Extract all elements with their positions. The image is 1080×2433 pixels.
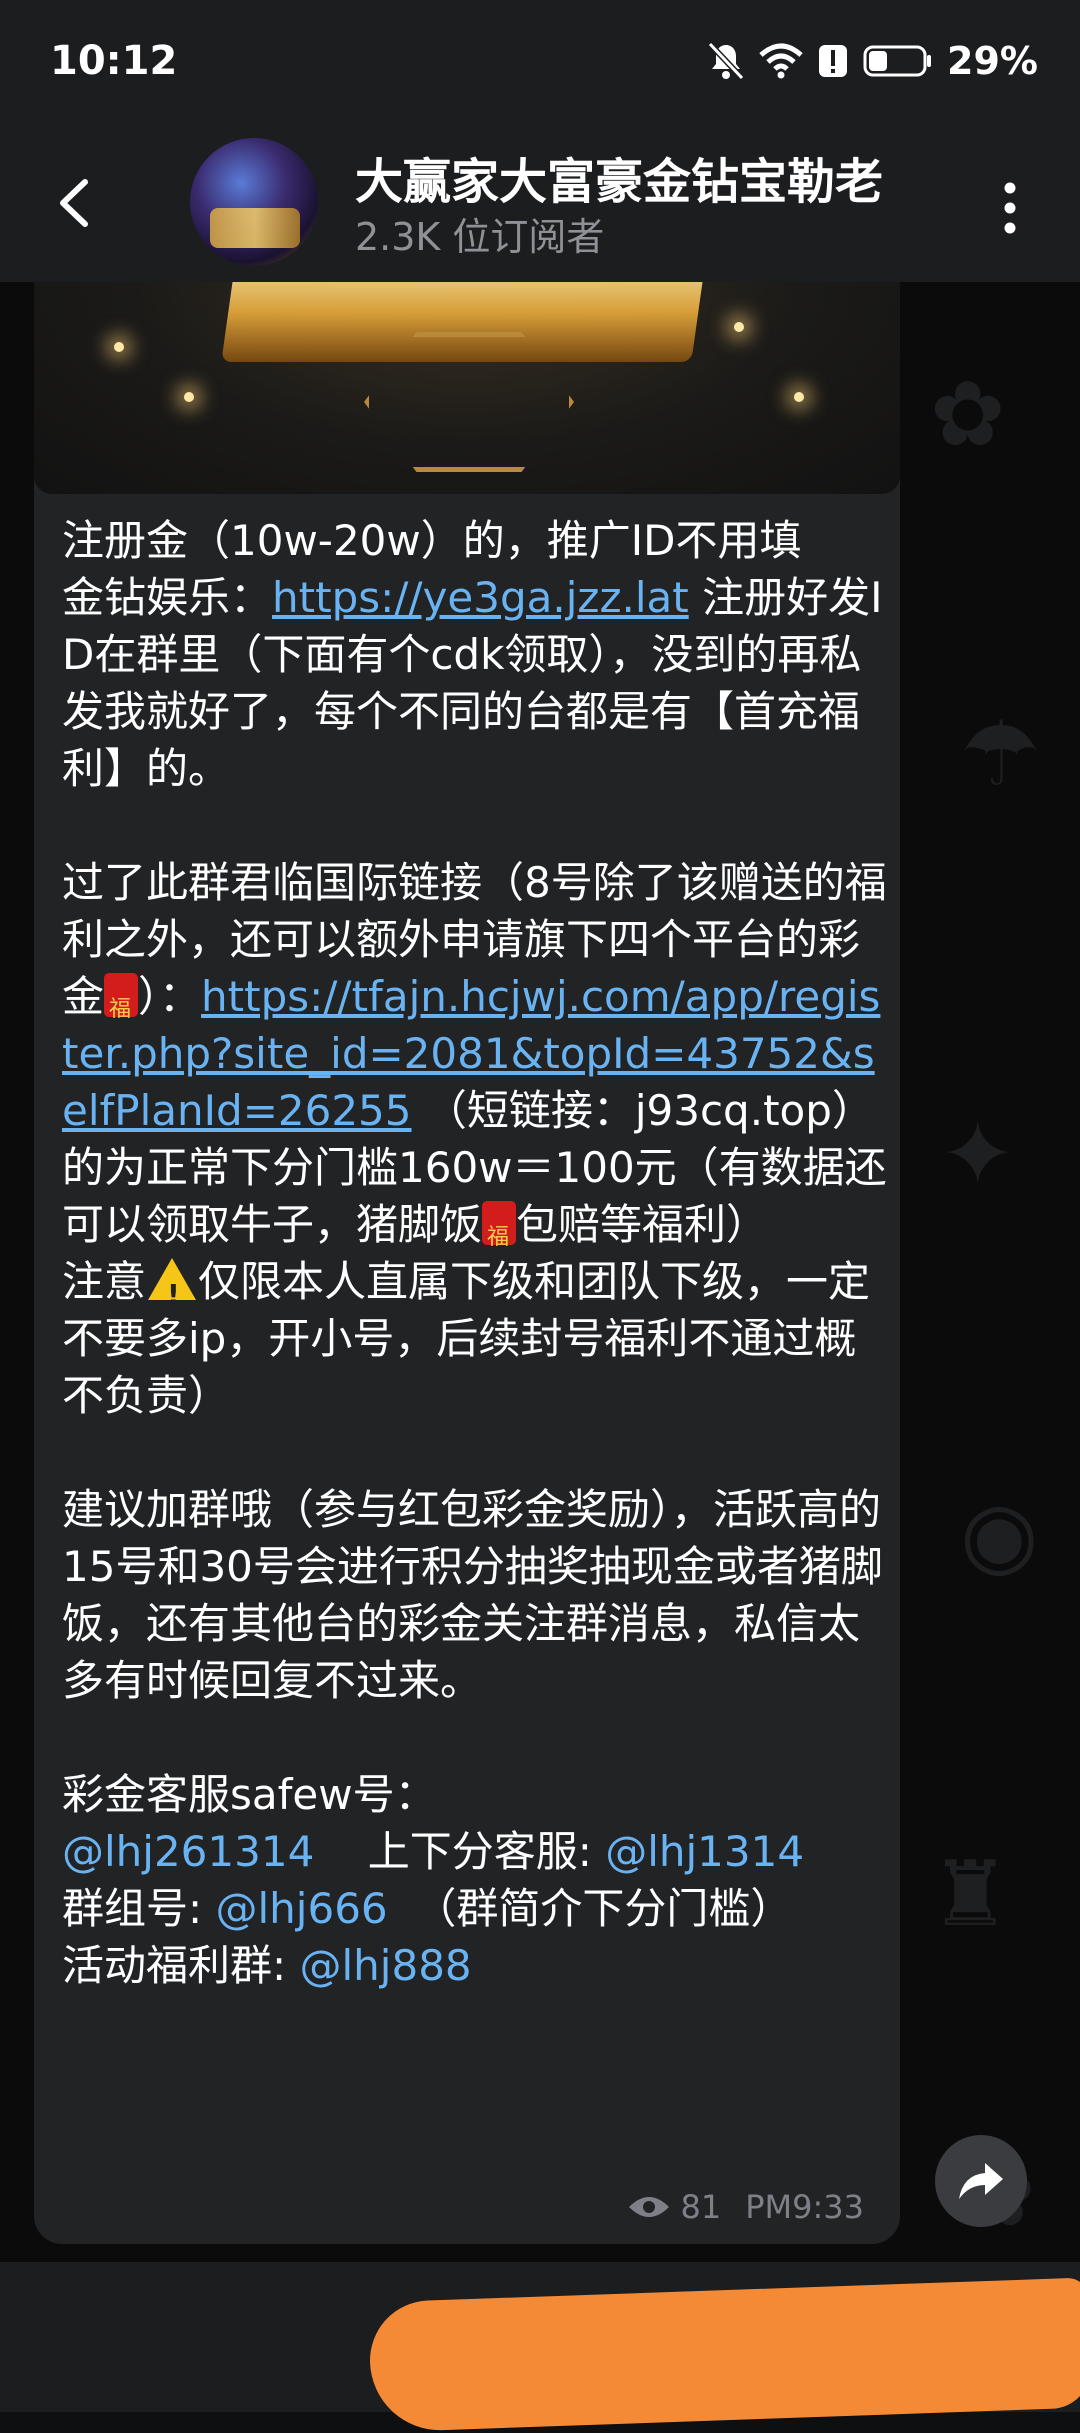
- message-paragraph: 彩金客服safew号：: [62, 1770, 437, 1819]
- mention-link[interactable]: @lhj888: [300, 1941, 472, 1990]
- status-time: 10:12: [50, 38, 178, 84]
- channel-avatar[interactable]: [190, 138, 318, 266]
- message-paragraph: 建议加群哦（参与红包彩金奖励），活跃高的15号和30号会进行积分抽奖抽现金或者猪…: [62, 1485, 883, 1705]
- sparkle: [184, 392, 194, 402]
- more-options-button[interactable]: [975, 168, 1045, 248]
- red-envelope-icon: [482, 1201, 517, 1266]
- message-image[interactable]: [34, 282, 900, 494]
- share-arrow-icon: [959, 2163, 1003, 2199]
- message-paragraph: ）：: [138, 972, 202, 1021]
- doodle-icon: ♜: [930, 1842, 1011, 1947]
- eye-icon: [628, 2197, 669, 2217]
- message-meta: 81 PM9:33: [627, 2188, 864, 2226]
- message-paragraph: 群组号:: [62, 1884, 216, 1933]
- message-paragraph: 活动福利群:: [62, 1941, 300, 1990]
- view-count: 81: [680, 2188, 722, 2226]
- wifi-icon: [759, 43, 803, 79]
- sparkle: [114, 342, 124, 352]
- message-paragraph: （群简介下分门槛）: [387, 1884, 793, 1933]
- back-arrow-icon: [60, 179, 88, 227]
- battery-icon: [863, 45, 932, 77]
- back-button[interactable]: [40, 168, 110, 238]
- more-vertical-icon: [1004, 182, 1016, 234]
- message-text: 注册金（10w-20w）的，推广ID不用填 金钻娱乐：https://ye3ga…: [62, 512, 892, 1994]
- message-link[interactable]: https://ye3ga.jzz.lat: [272, 573, 689, 622]
- message-paragraph: 上下分客服:: [314, 1827, 606, 1876]
- message-bubble[interactable]: 注册金（10w-20w）的，推广ID不用填 金钻娱乐：https://ye3ga…: [34, 282, 900, 2244]
- doodle-icon: ✦: [940, 1102, 1016, 1207]
- mention-link[interactable]: @lhj666: [216, 1884, 388, 1933]
- message-paragraph: 包赔等福利）: [516, 1200, 769, 1249]
- chat-header: 大赢家大富豪金钻宝勒老 2.3K 位订阅者: [0, 128, 1080, 282]
- battery-percent: 29%: [947, 39, 1038, 83]
- status-icons: 29%: [707, 36, 1038, 86]
- message-paragraph: 注册金（10w-20w）的，推广ID不用填: [62, 516, 802, 565]
- mention-link[interactable]: @lhj261314: [62, 1827, 314, 1876]
- channel-title[interactable]: 大赢家大富豪金钻宝勒老: [355, 142, 935, 206]
- red-envelope-icon: [104, 973, 139, 1038]
- doodle-icon: ✿: [930, 362, 1006, 467]
- doodle-icon: ☂: [960, 702, 1041, 807]
- alert-icon: [819, 45, 848, 77]
- mention-link[interactable]: @lhj1314: [605, 1827, 804, 1876]
- message-time: PM9:33: [745, 2188, 864, 2226]
- status-bar: 10:12 29%: [0, 0, 1080, 128]
- share-button[interactable]: [935, 2135, 1027, 2227]
- message-paragraph: 注意: [62, 1257, 147, 1306]
- doodle-icon: ◉: [960, 1482, 1039, 1587]
- bell-off-icon: [707, 41, 745, 81]
- redaction-scribble: [367, 2277, 1080, 2433]
- message-paragraph: 金钻娱乐：: [62, 573, 273, 622]
- warning-icon: [148, 1258, 197, 1323]
- subscriber-count: 2.3K 位订阅者: [355, 215, 605, 259]
- sparkle: [734, 322, 744, 332]
- sparkle: [794, 392, 804, 402]
